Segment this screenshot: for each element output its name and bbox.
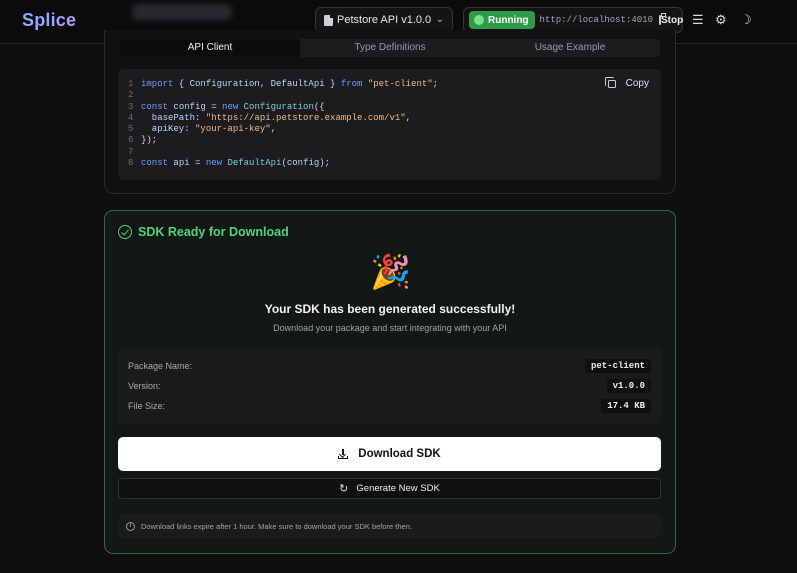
package-details: Package Name: pet-client Version: v1.0.0…	[118, 348, 661, 425]
code-token: DefaultApi	[222, 158, 282, 169]
version-value: v1.0.0	[606, 378, 651, 393]
code-token: import	[141, 79, 174, 89]
generate-new-sdk-label: Generate New SDK	[356, 483, 440, 494]
code-token: ,	[270, 124, 277, 135]
generate-new-sdk-button[interactable]: ↻ Generate New SDK	[118, 478, 661, 499]
code-line: 6 });	[128, 135, 438, 146]
line-number: 8	[128, 158, 134, 169]
code-token: from	[340, 79, 363, 89]
blurred-project-name	[132, 4, 232, 20]
app-logo[interactable]: Splice	[22, 10, 76, 31]
code-line: 1 import { Configuration, DefaultApi } f…	[128, 79, 438, 90]
expiry-notice: i Download links expire after 1 hour. Ma…	[118, 514, 661, 538]
code-token: const	[141, 101, 169, 112]
download-sdk-button[interactable]: Download SDK	[118, 437, 661, 471]
code-token: :	[184, 124, 196, 135]
sdk-ready-title: SDK Ready for Download	[138, 225, 289, 239]
download-sdk-label: Download SDK	[358, 448, 441, 460]
code-token: new	[222, 101, 239, 112]
gear-icon[interactable]: ⚙	[715, 13, 727, 26]
detail-row-package-name: Package Name: pet-client	[128, 357, 651, 374]
line-number: 3	[128, 101, 134, 112]
code-line: 2	[128, 90, 438, 101]
code-line: 7	[128, 147, 438, 158]
copy-label: Copy	[625, 78, 649, 89]
copy-icon	[604, 76, 616, 88]
package-name-value: pet-client	[584, 358, 651, 373]
tab-api-client[interactable]: API Client	[120, 39, 300, 57]
detail-row-file-size: File Size: 17.4 KB	[128, 397, 651, 414]
line-number: 7	[128, 146, 134, 157]
copy-code-button[interactable]: Copy	[604, 76, 649, 89]
code-token: ({	[313, 101, 325, 112]
chevron-down-icon: ⌄	[435, 14, 444, 25]
code-line: 4 basePath: "https://api.petstore.exampl…	[128, 113, 438, 124]
code-line: 3 const config = new Configuration({	[128, 102, 438, 113]
line-number: 1	[128, 79, 134, 89]
line-number: 2	[128, 90, 134, 101]
code-token: });	[141, 135, 158, 146]
code-token: "pet-client"	[362, 79, 433, 89]
code-token: apiKey	[141, 124, 185, 135]
code-token: basePath	[141, 112, 196, 123]
code-token: =	[211, 101, 223, 112]
moon-icon[interactable]: ☽	[740, 13, 752, 26]
line-number: 6	[128, 135, 134, 146]
server-url: http://localhost:4010	[539, 15, 653, 25]
detail-row-version: Version: v1.0.0	[128, 377, 651, 394]
code-token: ;	[432, 79, 439, 89]
check-circle-icon	[118, 225, 132, 239]
refresh-icon: ↻	[339, 483, 349, 495]
code-token: config	[168, 101, 212, 112]
code-token: config	[286, 158, 320, 169]
package-name-label: Package Name:	[128, 360, 193, 371]
server-status-badge: Running	[469, 11, 535, 29]
file-icon	[324, 14, 333, 26]
success-subtitle: Download your package and start integrat…	[273, 323, 507, 333]
code-token: =	[195, 158, 206, 169]
copy-url-icon[interactable]	[658, 13, 666, 25]
server-status-label: Running	[488, 14, 529, 26]
code-line: 5 apiKey: "your-api-key",	[128, 124, 438, 135]
status-dot-icon	[474, 15, 484, 25]
expiry-notice-text: Download links expire after 1 hour. Make…	[141, 521, 412, 531]
line-number: 4	[128, 112, 134, 123]
api-spec-select-value: Petstore API v1.0.0	[337, 14, 432, 26]
code-token: api	[168, 158, 196, 169]
code-token: "https://api.petstore.example.com/v1"	[205, 112, 406, 123]
code-token: new	[205, 158, 223, 169]
file-size-value: 17.4 KB	[601, 398, 651, 413]
info-icon: i	[126, 521, 135, 531]
code-token: ,	[405, 112, 412, 123]
code-line: 8 const api = new DefaultApi(config);	[128, 158, 438, 169]
code-tabs: API Client Type Definitions Usage Exampl…	[120, 39, 660, 57]
code-block: 1 import { Configuration, DefaultApi } f…	[118, 69, 661, 180]
line-number: 5	[128, 124, 134, 135]
success-title: Your SDK has been generated successfully…	[264, 302, 516, 316]
version-label: Version:	[128, 380, 161, 391]
download-icon	[338, 449, 349, 459]
party-popper-icon: 🎉	[370, 253, 412, 290]
tab-usage-example[interactable]: Usage Example	[480, 39, 660, 57]
code-lines: 1 import { Configuration, DefaultApi } f…	[128, 79, 438, 169]
menu-icon[interactable]: ☰	[692, 13, 704, 26]
code-token: :	[195, 112, 206, 123]
code-token: );	[319, 158, 331, 169]
code-token: { Configuration, DefaultApi }	[173, 79, 341, 89]
code-token: const	[141, 158, 169, 169]
code-token: "your-api-key"	[195, 124, 271, 135]
sdk-ready-heading: SDK Ready for Download	[118, 225, 289, 239]
file-size-label: File Size:	[128, 400, 166, 411]
tab-type-definitions[interactable]: Type Definitions	[300, 39, 480, 57]
code-token: Configuration	[238, 101, 314, 112]
